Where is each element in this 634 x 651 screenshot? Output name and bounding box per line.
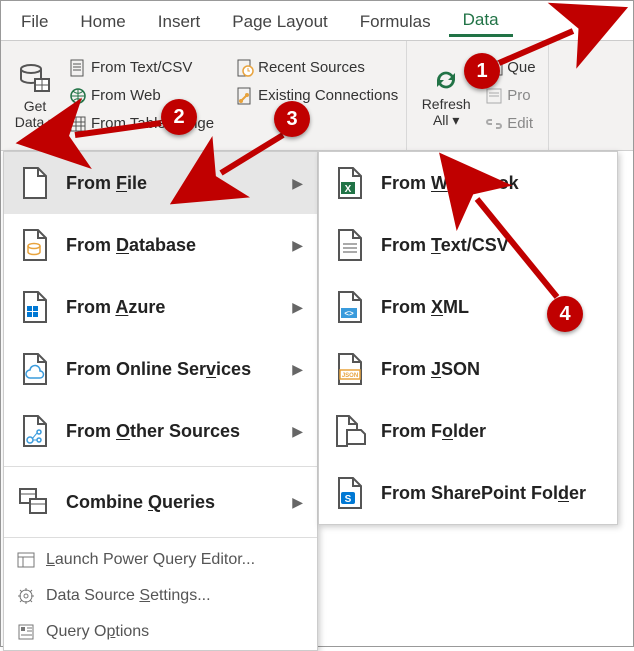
edit-links-label: Edit	[507, 115, 533, 132]
file-icon	[16, 164, 54, 202]
from-web-button[interactable]: From Web	[69, 84, 214, 108]
submenu-from-xml-label: From XML	[381, 297, 469, 318]
annotation-badge-2: 2	[161, 99, 197, 135]
database-icon	[16, 226, 54, 264]
submenu-from-folder[interactable]: From Folder	[319, 400, 617, 462]
edit-links-icon	[485, 115, 503, 133]
menu-combine-queries-label: Combine Queries	[66, 492, 215, 513]
menu-combine-queries[interactable]: Combine Queries ▶	[4, 471, 317, 533]
folder-icon	[331, 412, 369, 450]
json-icon: JSON	[331, 350, 369, 388]
submenu-arrow-icon: ▶	[292, 175, 303, 192]
menu-from-online-services[interactable]: From Online Services ▶	[4, 338, 317, 400]
menu-launch-pq-editor[interactable]: Launch Power Query Editor...	[4, 542, 317, 578]
svg-text:JSON: JSON	[342, 373, 358, 379]
menu-data-source-settings[interactable]: Data Source Settings...	[4, 578, 317, 614]
annotation-badge-4: 4	[547, 296, 583, 332]
menu-from-database-label: From Database	[66, 235, 196, 256]
get-data-small-list: From Text/CSV From Web From Table/Range	[65, 45, 214, 146]
existing-connections-label: Existing Connections	[258, 87, 398, 104]
submenu-from-sharepoint-folder[interactable]: S From SharePoint Folder	[319, 462, 617, 524]
other-sources-icon	[16, 412, 54, 450]
text-csv-icon	[69, 59, 87, 77]
svg-text:S: S	[345, 494, 352, 505]
ribbon: Get Data ▾ From Text/CSV From Web From T…	[1, 41, 633, 151]
submenu-arrow-icon: ▶	[292, 494, 303, 511]
menu-from-file-label: From File	[66, 173, 147, 194]
menu-from-database[interactable]: From Database ▶	[4, 214, 317, 276]
cloud-icon	[16, 350, 54, 388]
menu-from-azure[interactable]: From Azure ▶	[4, 276, 317, 338]
menu-launch-pq-label: Launch Power Query Editor...	[46, 551, 255, 569]
refresh-label2: All ▾	[433, 113, 459, 128]
ribbon-tabs: File Home Insert Page Layout Formulas Da…	[1, 1, 633, 41]
recent-icon	[236, 59, 254, 77]
from-web-label: From Web	[91, 87, 161, 104]
submenu-from-json[interactable]: JSON From JSON	[319, 338, 617, 400]
connections-icon	[236, 87, 254, 105]
menu-from-azure-label: From Azure	[66, 297, 165, 318]
tab-page-layout[interactable]: Page Layout	[218, 6, 341, 36]
xml-icon: <>	[331, 288, 369, 326]
pq-editor-icon	[16, 550, 36, 570]
data-source-settings-icon	[16, 586, 36, 606]
refresh-icon	[429, 63, 463, 97]
annotation-badge-3: 3	[274, 101, 310, 137]
from-file-submenu: X From Workbook From Text/CSV <> From XM…	[318, 151, 618, 525]
get-data-icon	[17, 61, 53, 97]
query-options-icon	[16, 622, 36, 642]
svg-text:X: X	[345, 184, 352, 195]
properties-icon	[485, 87, 503, 105]
submenu-from-sharepoint-label: From SharePoint Folder	[381, 483, 586, 504]
tab-home[interactable]: Home	[66, 6, 139, 36]
from-text-csv-label: From Text/CSV	[91, 59, 192, 76]
get-data-label1: Get	[24, 99, 47, 114]
svg-text:<>: <>	[344, 309, 354, 318]
get-data-button[interactable]: Get Data ▾	[5, 45, 65, 146]
menu-query-options-label: Query Options	[46, 623, 149, 641]
azure-icon	[16, 288, 54, 326]
recent-sources-button[interactable]: Recent Sources	[236, 56, 398, 80]
properties-button[interactable]: Pro	[485, 84, 535, 108]
menu-from-online-services-label: From Online Services	[66, 359, 251, 380]
submenu-from-folder-label: From Folder	[381, 421, 486, 442]
sharepoint-icon: S	[331, 474, 369, 512]
existing-connections-button[interactable]: Existing Connections	[236, 84, 398, 108]
submenu-arrow-icon: ▶	[292, 423, 303, 440]
refresh-label1: Refresh	[422, 97, 471, 112]
get-data-label2: Data ▾	[15, 115, 56, 130]
tab-formulas[interactable]: Formulas	[346, 6, 445, 36]
queries-label: Que	[507, 59, 535, 76]
from-text-csv-button[interactable]: From Text/CSV	[69, 56, 214, 80]
recent-sources-label: Recent Sources	[258, 59, 365, 76]
table-icon	[69, 115, 87, 133]
tab-insert[interactable]: Insert	[144, 6, 215, 36]
properties-label: Pro	[507, 87, 530, 104]
menu-from-other-sources[interactable]: From Other Sources ▶	[4, 400, 317, 462]
get-transform-group: Get Data ▾ From Text/CSV From Web From T…	[1, 41, 407, 150]
submenu-arrow-icon: ▶	[292, 237, 303, 254]
tab-file[interactable]: File	[7, 6, 62, 36]
get-data-small-list-2: Recent Sources Existing Connections	[232, 45, 398, 146]
get-data-menu: From File ▶ From Database ▶ From Azure ▶…	[3, 151, 318, 651]
submenu-from-workbook-label: From Workbook	[381, 173, 519, 194]
submenu-from-text-csv[interactable]: From Text/CSV	[319, 214, 617, 276]
menu-query-options[interactable]: Query Options	[4, 614, 317, 650]
text-csv-file-icon	[331, 226, 369, 264]
submenu-arrow-icon: ▶	[292, 361, 303, 378]
workbook-icon: X	[331, 164, 369, 202]
tab-data[interactable]: Data	[449, 4, 513, 37]
combine-icon	[16, 483, 54, 521]
web-icon	[69, 87, 87, 105]
menu-from-other-sources-label: From Other Sources	[66, 421, 240, 442]
submenu-from-workbook[interactable]: X From Workbook	[319, 152, 617, 214]
edit-links-button[interactable]: Edit	[485, 112, 535, 136]
annotation-badge-1: 1	[464, 53, 500, 89]
menu-from-file[interactable]: From File ▶	[4, 152, 317, 214]
menu-data-source-settings-label: Data Source Settings...	[46, 587, 211, 605]
submenu-from-text-csv-label: From Text/CSV	[381, 235, 509, 256]
submenu-arrow-icon: ▶	[292, 299, 303, 316]
submenu-from-json-label: From JSON	[381, 359, 480, 380]
